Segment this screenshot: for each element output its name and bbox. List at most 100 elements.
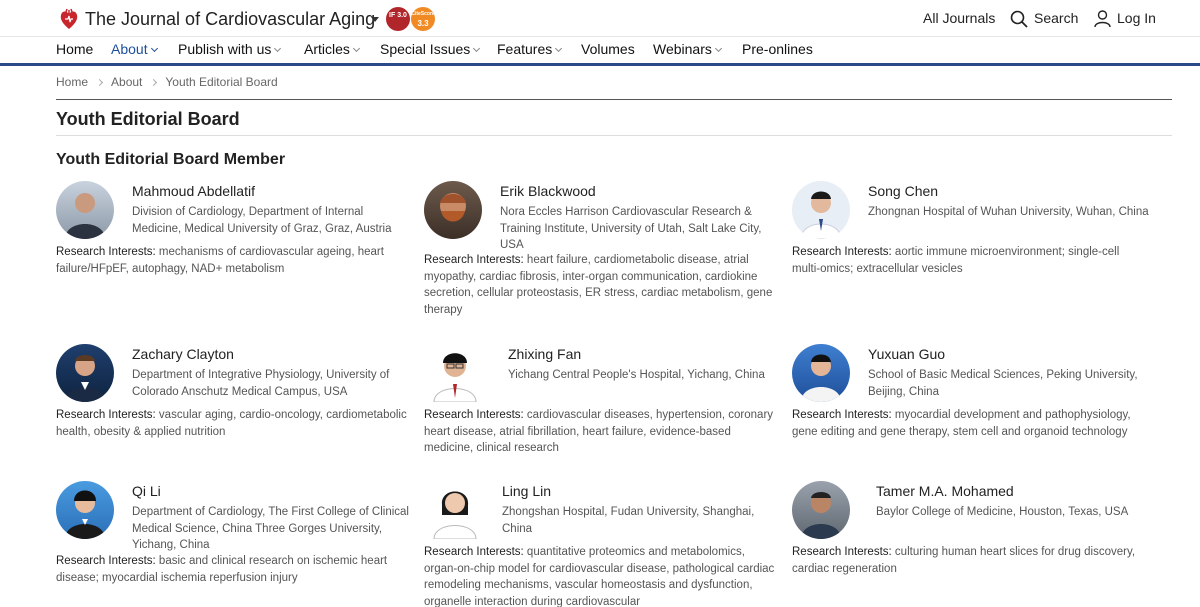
person-photo-icon <box>65 490 105 539</box>
member-name[interactable]: Yuxuan Guo <box>868 346 945 362</box>
nav-publish[interactable]: Publish with us <box>178 41 282 57</box>
nav-volumes[interactable]: Volumes <box>581 41 635 57</box>
member-affiliation: Department of Cardiology, The First Coll… <box>132 506 409 551</box>
interests-label: Research Interests: <box>424 409 524 421</box>
member-card: Mahmoud Abdellatif Division of Cardiolog… <box>56 181 416 281</box>
chevron-down-icon <box>473 44 481 53</box>
journal-switch-caret-icon[interactable] <box>371 17 379 22</box>
page-title: Youth Editorial Board <box>56 109 240 129</box>
member-name[interactable]: Qi Li <box>132 483 161 499</box>
nav-articles-label: Articles <box>304 41 350 57</box>
member-card: Song Chen Zhongnan Hospital of Wuhan Uni… <box>792 181 1152 281</box>
member-name[interactable]: Zachary Clayton <box>132 346 234 362</box>
member-card: Erik Blackwood Nora Eccles Harrison Card… <box>424 181 784 321</box>
breadcrumb: Home About Youth Editorial Board <box>56 75 278 89</box>
member-name[interactable]: Erik Blackwood <box>500 183 596 199</box>
interests-label: Research Interests: <box>424 254 524 266</box>
chevron-right-icon <box>95 78 104 87</box>
member-name[interactable]: Mahmoud Abdellatif <box>132 183 255 199</box>
interests-label: Research Interests: <box>56 246 156 258</box>
breadcrumb-home[interactable]: Home <box>56 75 88 89</box>
breadcrumb-current: Youth Editorial Board <box>165 75 278 89</box>
member-name[interactable]: Tamer M.A. Mohamed <box>876 483 1014 499</box>
interests-label: Research Interests: <box>56 409 156 421</box>
journal-logo-icon[interactable] <box>58 7 80 31</box>
member-affiliation: Zhongshan Hospital, Fudan University, Sh… <box>502 506 755 535</box>
interests-label: Research Interests: <box>424 546 524 558</box>
impact-factor-badge[interactable]: IF 3.0 <box>386 7 410 31</box>
chevron-down-icon <box>274 44 282 53</box>
member-affiliation: Division of Cardiology, Department of In… <box>132 206 392 235</box>
member-affiliation: Nora Eccles Harrison Cardiovascular Rese… <box>500 206 762 251</box>
member-name[interactable]: Zhixing Fan <box>508 346 581 362</box>
search-label: Search <box>1034 10 1079 26</box>
interests-label: Research Interests: <box>792 546 892 558</box>
citescore-badge[interactable]: CiteScore 3.3 <box>411 7 435 31</box>
interests-label: Research Interests: <box>792 409 892 421</box>
all-journals-link[interactable]: All Journals <box>923 10 995 26</box>
member-card: Zhixing Fan Yichang Central People's Hos… <box>424 344 784 459</box>
nav-articles[interactable]: Articles <box>304 41 360 57</box>
person-photo-icon <box>440 193 466 222</box>
nav-webinars[interactable]: Webinars <box>653 41 722 57</box>
member-interests: Research Interests: quantitative proteom… <box>424 544 779 607</box>
nav-special-issues-label: Special Issues <box>380 41 471 57</box>
impact-factor-text: IF 3.0 <box>389 12 407 19</box>
nav-about[interactable]: About <box>111 41 158 57</box>
divider <box>56 135 1172 136</box>
nav-pre-onlines[interactable]: Pre-onlines <box>742 41 813 57</box>
member-affiliation: School of Basic Medical Sciences, Peking… <box>868 369 1138 398</box>
person-photo-icon <box>800 191 842 239</box>
login-button[interactable]: Log In <box>1094 10 1156 28</box>
nav-publish-label: Publish with us <box>178 41 272 57</box>
divider <box>56 99 1172 100</box>
avatar <box>424 344 486 402</box>
member-affiliation: Baylor College of Medicine, Houston, Tex… <box>876 506 1129 518</box>
member-card: Zachary Clayton Department of Integrativ… <box>56 344 416 444</box>
person-photo-icon <box>433 491 477 539</box>
avatar <box>792 181 850 239</box>
nav-special-issues[interactable]: Special Issues <box>380 41 481 57</box>
top-bar: The Journal of Cardiovascular Aging IF 3… <box>0 0 1200 37</box>
user-icon <box>1094 10 1111 28</box>
interests-label: Research Interests: <box>56 555 156 567</box>
member-interests: Research Interests: aortic immune microe… <box>792 244 1147 277</box>
nav-features[interactable]: Features <box>497 41 563 57</box>
chevron-down-icon <box>555 44 563 53</box>
chevron-down-icon <box>352 44 360 53</box>
avatar <box>424 481 486 539</box>
citescore-label: CiteScore <box>411 11 435 17</box>
avatar <box>56 344 114 402</box>
member-interests: Research Interests: culturing human hear… <box>792 544 1147 577</box>
person-photo-icon <box>65 193 105 239</box>
person-photo-icon <box>801 492 841 539</box>
member-card: Yuxuan Guo School of Basic Medical Scien… <box>792 344 1152 459</box>
person-photo-icon <box>801 354 841 402</box>
nav-home[interactable]: Home <box>56 41 93 57</box>
member-card: Qi Li Department of Cardiology, The Firs… <box>56 481 416 584</box>
member-interests: Research Interests: basic and clinical r… <box>56 553 411 586</box>
person-photo-icon <box>65 355 105 402</box>
person-photo-icon <box>433 353 477 402</box>
breadcrumb-about[interactable]: About <box>111 75 142 89</box>
nav-features-label: Features <box>497 41 553 57</box>
member-interests: Research Interests: mechanisms of cardio… <box>56 244 411 277</box>
avatar <box>56 481 114 539</box>
chevron-down-icon <box>150 44 158 53</box>
member-affiliation: Department of Integrative Physiology, Un… <box>132 369 390 398</box>
search-icon <box>1010 10 1028 28</box>
member-affiliation: Zhongnan Hospital of Wuhan University, W… <box>868 206 1149 218</box>
member-name[interactable]: Ling Lin <box>502 483 551 499</box>
avatar <box>56 181 114 239</box>
avatar <box>792 481 850 539</box>
member-interests: Research Interests: cardiovascular disea… <box>424 407 779 457</box>
search-button[interactable]: Search <box>1010 10 1078 28</box>
nav-about-label: About <box>111 41 148 57</box>
member-name[interactable]: Song Chen <box>868 183 938 199</box>
main-nav: Home About Publish with us Articles Spec… <box>0 37 1200 66</box>
member-interests: Research Interests: myocardial developme… <box>792 407 1147 440</box>
section-title: Youth Editorial Board Member <box>56 151 286 168</box>
member-card: Tamer M.A. Mohamed Baylor College of Med… <box>792 481 1152 581</box>
journal-title[interactable]: The Journal of Cardiovascular Aging <box>85 9 375 30</box>
chevron-down-icon <box>714 44 722 53</box>
